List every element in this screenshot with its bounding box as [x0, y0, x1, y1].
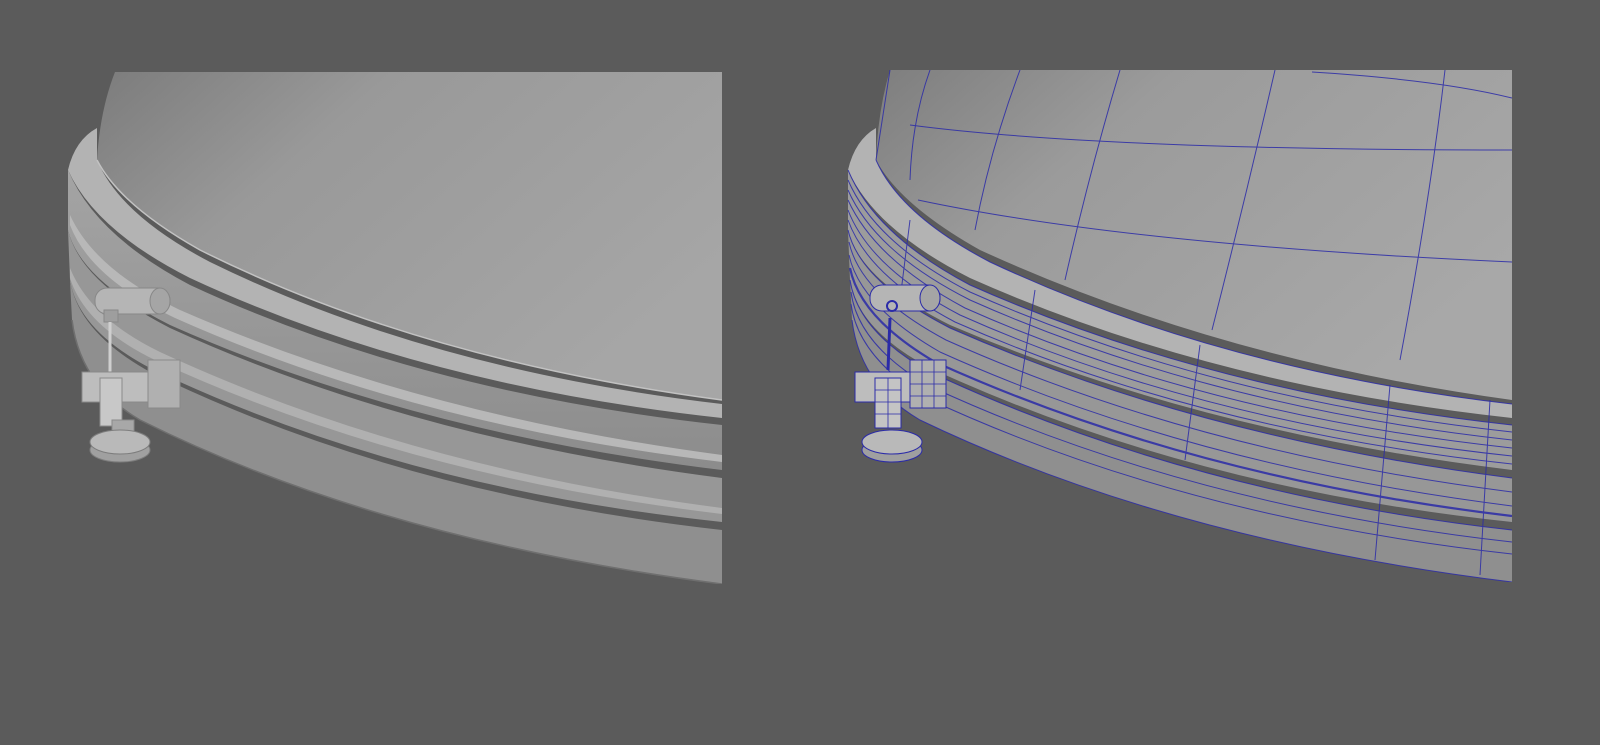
- shaded-render-panel: [0, 0, 800, 745]
- wireframe-model: [847, 70, 1512, 582]
- render-comparison: [0, 0, 1600, 745]
- shaded-model: [68, 72, 722, 584]
- wireframe-render-panel: [800, 0, 1600, 745]
